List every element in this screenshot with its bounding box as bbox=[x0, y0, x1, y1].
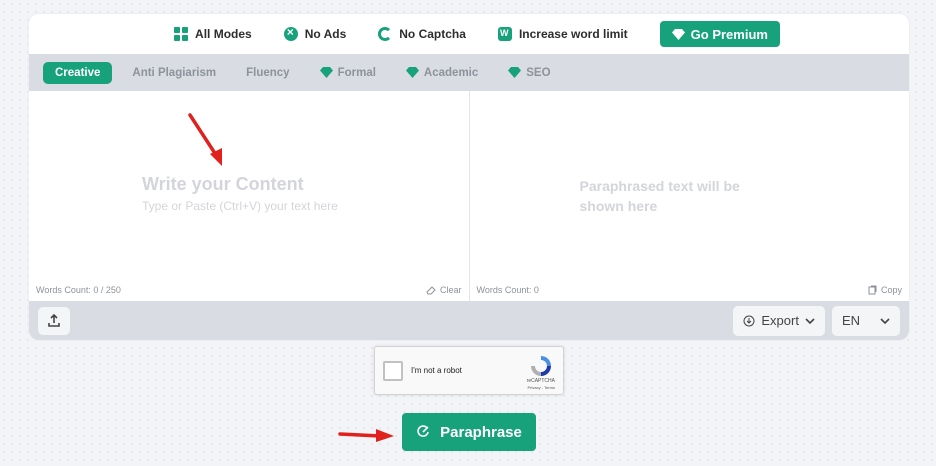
tab-anti-plagiarism[interactable]: Anti Plagiarism bbox=[132, 67, 216, 79]
refresh-icon bbox=[378, 27, 393, 41]
paraphrase-label: Paraphrase bbox=[440, 423, 522, 441]
tab-academic[interactable]: Academic bbox=[405, 66, 479, 79]
tab-seo[interactable]: SEO bbox=[508, 66, 551, 79]
feature-word-limit: Increase word limit bbox=[497, 27, 628, 41]
input-textarea[interactable]: Write your Content Type or Paste (Ctrl+V… bbox=[29, 91, 470, 301]
input-word-count: Words Count: 0 / 250 bbox=[36, 285, 121, 295]
paraphrase-button[interactable]: Paraphrase bbox=[402, 413, 536, 451]
feature-word-limit-label: Increase word limit bbox=[518, 27, 628, 41]
diamond-icon bbox=[319, 67, 333, 78]
tab-creative[interactable]: Creative bbox=[43, 61, 113, 84]
go-premium-button[interactable]: Go Premium bbox=[659, 21, 780, 47]
upload-button[interactable] bbox=[38, 306, 70, 335]
word-count-value: 0 / 250 bbox=[93, 285, 121, 295]
tab-formal[interactable]: Formal bbox=[319, 66, 376, 79]
clear-label: Clear bbox=[439, 285, 462, 295]
download-icon bbox=[743, 315, 755, 326]
feature-all-modes-label: All Modes bbox=[195, 27, 252, 41]
feature-no-captcha-label: No Captcha bbox=[399, 27, 466, 41]
input-placeholder-title: Write your Content bbox=[142, 174, 304, 194]
editor-panes: Write your Content Type or Paste (Ctrl+V… bbox=[29, 91, 909, 301]
copy-label: Copy bbox=[880, 285, 902, 295]
annotation-arrow-icon bbox=[338, 429, 394, 442]
recaptcha-checkbox[interactable] bbox=[383, 361, 403, 381]
recaptcha-logo-icon bbox=[531, 356, 551, 376]
tab-fluency[interactable]: Fluency bbox=[246, 67, 289, 79]
eraser-icon bbox=[426, 286, 436, 295]
word-count-label: Words Count: bbox=[476, 285, 532, 295]
tab-label: Academic bbox=[423, 66, 479, 79]
annotation-arrow-icon bbox=[188, 113, 222, 166]
premium-features-bar: All Modes No Ads No Captcha Increase wor… bbox=[29, 14, 909, 54]
copy-icon bbox=[868, 285, 877, 295]
diamond-icon bbox=[671, 28, 685, 40]
word-count-value: 0 bbox=[533, 285, 539, 295]
no-ads-icon bbox=[283, 25, 298, 41]
clear-button[interactable]: Clear bbox=[426, 285, 462, 295]
tab-label: Anti Plagiarism bbox=[132, 66, 217, 79]
copy-button[interactable]: Copy bbox=[868, 285, 902, 295]
export-label: Export bbox=[761, 313, 799, 328]
chevron-down-icon bbox=[805, 317, 815, 324]
chevron-down-icon bbox=[880, 317, 890, 324]
output-placeholder: Paraphrased text will be shown here bbox=[579, 178, 740, 214]
export-dropdown[interactable]: Export bbox=[733, 305, 825, 336]
output-word-count: Words Count: 0 bbox=[477, 285, 539, 295]
paraphrase-icon bbox=[417, 425, 429, 437]
upload-icon bbox=[48, 313, 60, 327]
tab-label: SEO bbox=[526, 66, 551, 79]
word-limit-icon bbox=[497, 27, 512, 41]
feature-no-ads: No Ads bbox=[283, 25, 347, 41]
tab-label: Formal bbox=[337, 66, 376, 79]
mode-tabs: Creative Anti Plagiarism Fluency Formal … bbox=[29, 54, 909, 91]
language-dropdown[interactable]: EN bbox=[831, 305, 900, 336]
tab-label: Fluency bbox=[246, 66, 290, 79]
recaptcha-terms[interactable]: Privacy - Terms bbox=[528, 385, 555, 390]
feature-all-modes: All Modes bbox=[174, 27, 252, 41]
diamond-icon bbox=[405, 67, 419, 78]
editor-toolbar: Export EN bbox=[29, 301, 909, 340]
feature-no-ads-label: No Ads bbox=[304, 27, 347, 41]
recaptcha-brand: reCAPTCHA bbox=[526, 378, 555, 384]
language-label: EN bbox=[841, 313, 860, 328]
feature-no-captcha: No Captcha bbox=[378, 27, 466, 41]
word-count-label: Words Count: bbox=[36, 285, 91, 295]
go-premium-label: Go Premium bbox=[690, 26, 768, 42]
output-area: Paraphrased text will be shown here Word… bbox=[470, 91, 910, 301]
diamond-icon bbox=[508, 67, 522, 78]
tab-label: Creative bbox=[55, 66, 101, 79]
recaptcha-label: I'm not a robot bbox=[411, 366, 462, 375]
recaptcha-widget: I'm not a robot reCAPTCHA Privacy - Term… bbox=[374, 346, 564, 395]
grid-icon bbox=[174, 27, 189, 41]
paraphraser-card: All Modes No Ads No Captcha Increase wor… bbox=[29, 14, 909, 340]
input-placeholder-subtitle: Type or Paste (Ctrl+V) your text here bbox=[142, 199, 338, 213]
